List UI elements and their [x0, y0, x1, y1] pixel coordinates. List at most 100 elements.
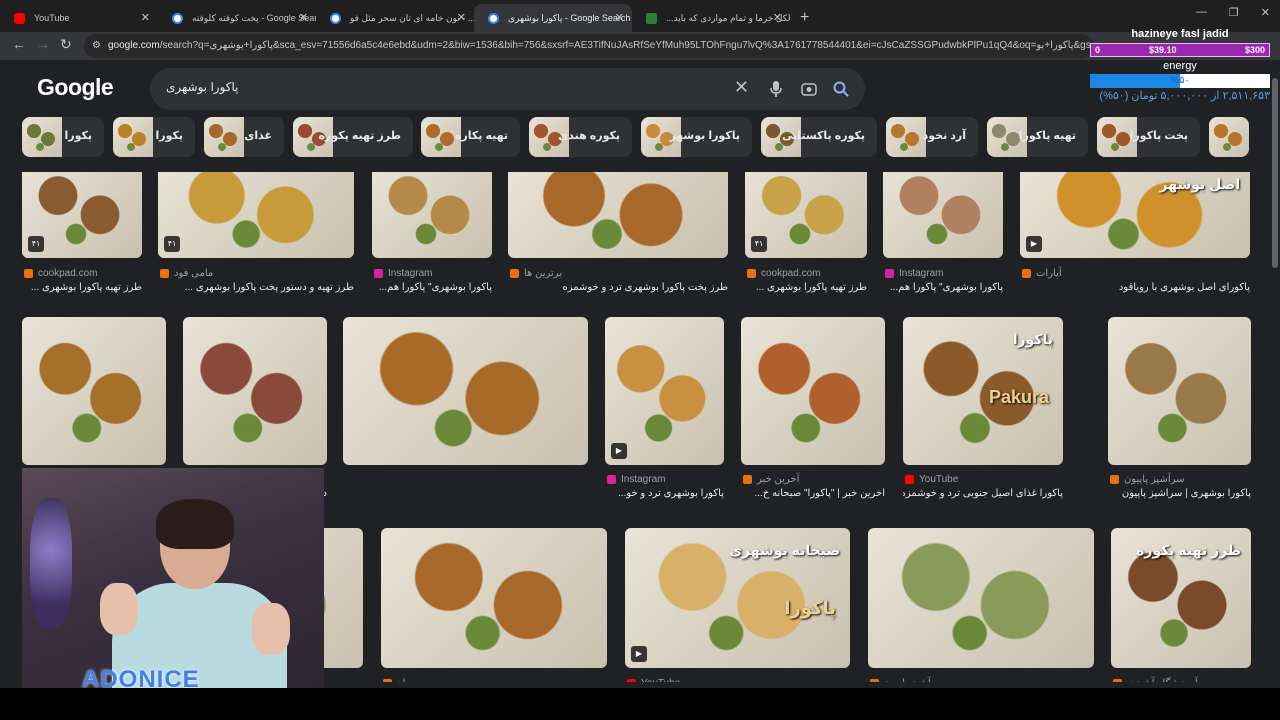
microphone-icon[interactable]: [769, 81, 783, 97]
result-title[interactable]: پاکورا غذای اصیل جنوبی ترد و خوشمزه ...: [903, 488, 1063, 499]
related-search-chip[interactable]: تهیه پاکورا: [987, 117, 1088, 157]
related-search-chip[interactable]: [1209, 117, 1249, 157]
address-bar[interactable]: ⚙ google.com/search?q=پاکورا+بوشهری&sca_…: [84, 34, 1094, 58]
result-thumbnail[interactable]: [343, 317, 588, 465]
image-result[interactable]: ▶ صبحانه بوشهری پاکورا YouTube: [625, 528, 850, 682]
related-search-chip[interactable]: پاکورا بوشهر: [641, 117, 752, 157]
related-search-chip[interactable]: آرد نخود: [886, 117, 978, 157]
result-thumbnail[interactable]: ۴۱: [158, 172, 354, 258]
forward-icon[interactable]: →: [36, 36, 50, 52]
result-source[interactable]: YouTube: [627, 678, 680, 682]
close-icon[interactable]: ✕: [299, 4, 308, 32]
result-source[interactable]: آخرین خبر: [743, 474, 799, 485]
close-window-icon[interactable]: ✕: [1261, 6, 1270, 19]
result-source[interactable]: سرآشپز پاپیون: [870, 678, 945, 682]
result-source[interactable]: برترین ها: [510, 268, 562, 279]
result-title[interactable]: طرز تهیه و دستور پخت پاکورا بوشهری ...: [158, 282, 354, 293]
result-thumbnail[interactable]: [381, 528, 607, 668]
result-thumbnail[interactable]: [372, 172, 492, 258]
result-source[interactable]: آپارات: [1022, 268, 1062, 279]
image-result[interactable]: Instagram پاکورا بوشهری" پاکورا هم...: [883, 172, 1003, 300]
tab-article[interactable]: ...الکل خرما و تمام مواردی که باید ✕: [632, 4, 790, 32]
image-result[interactable]: Instagram پاکورا بوشهری" پاکورا هم...: [372, 172, 492, 300]
new-tab-button[interactable]: +: [800, 4, 809, 32]
image-result[interactable]: برترین ها طرز پخت پاکورا بوشهری ترد و خوش…: [508, 172, 728, 300]
search-icon[interactable]: [833, 81, 849, 97]
related-search-chip[interactable]: طرز تهیه پکوره: [293, 117, 413, 157]
close-icon[interactable]: ✕: [457, 4, 466, 32]
camera-search-icon[interactable]: [801, 81, 817, 97]
result-thumbnail[interactable]: ۴۱: [745, 172, 867, 258]
google-logo[interactable]: Google: [37, 74, 114, 101]
result-thumbnail[interactable]: [1108, 317, 1251, 465]
result-source[interactable]: بلد: [383, 678, 408, 682]
close-icon[interactable]: ✕: [773, 4, 782, 32]
image-result[interactable]: ▶ Instagram پاکورا بوشهری ترد و خو...: [605, 317, 724, 506]
image-result[interactable]: بلد: [381, 528, 607, 682]
result-thumbnail[interactable]: ▶: [605, 317, 724, 465]
result-source[interactable]: Instagram: [374, 268, 432, 279]
maximize-icon[interactable]: ❐: [1229, 6, 1239, 19]
result-title[interactable]: پاکورا بوشهری" پاکورا هم...: [372, 282, 492, 293]
result-title[interactable]: پاکورا بوشهری ترد و خو...: [605, 488, 724, 499]
related-search-chip[interactable]: پکوره هندي: [529, 117, 632, 157]
result-source[interactable]: آموزشگاه آشپزی: [1113, 678, 1198, 682]
related-search-chip[interactable]: غذای: [204, 117, 284, 157]
related-search-chip[interactable]: پکورا: [113, 117, 195, 157]
close-icon[interactable]: ✕: [615, 4, 624, 32]
related-search-chip[interactable]: پکورا: [22, 117, 104, 157]
result-source[interactable]: مامی فود: [160, 268, 213, 279]
result-thumbnail[interactable]: ▶ صبحانه بوشهری پاکورا: [625, 528, 850, 668]
related-search-chip[interactable]: پخت پاکورا: [1097, 117, 1200, 157]
result-title[interactable]: پاکورا بوشهری" پاکورا هم...: [883, 282, 1003, 293]
image-result[interactable]: طرز تهیه پکوره آموزشگاه آشپزی: [1111, 528, 1251, 682]
minimize-icon[interactable]: —: [1196, 6, 1207, 19]
result-thumbnail[interactable]: طرز تهیه پکوره: [1111, 528, 1251, 668]
back-icon[interactable]: ←: [12, 36, 26, 52]
image-result[interactable]: سرآشپز پاپیون پاکورا بوشهری | سرآشپز پاپی…: [1108, 317, 1251, 506]
result-title[interactable]: طرز تهیه پاکورا بوشهری ...: [745, 282, 867, 293]
tab-google-search-pakora[interactable]: پاکورا بوشهری - Google Search ✕: [474, 4, 632, 32]
site-info-icon[interactable]: ⚙: [92, 34, 101, 58]
page-scrollbar[interactable]: [1270, 60, 1280, 690]
source-name: آخرین خبر: [757, 474, 800, 485]
search-box[interactable]: ✕ پاکورا بوشهری: [150, 68, 865, 110]
tab-google-search-noon[interactable]: نون خامه ای تان سحر مثل فو - ...ch✕: [316, 4, 474, 32]
result-thumbnail[interactable]: ۴۱: [22, 172, 142, 258]
result-thumbnail[interactable]: [868, 528, 1094, 668]
result-title[interactable]: پاکورا بوشهری | سرآشپز پاپیون: [1108, 488, 1251, 499]
image-result[interactable]: ۴۱ مامی فود طرز تهیه و دستور پخت پاکورا بو…: [158, 172, 354, 300]
result-title[interactable]: طرز تهیه پاکورا بوشهری ...: [22, 282, 142, 293]
result-thumbnail[interactable]: پاکورا Pakura: [903, 317, 1063, 465]
result-thumbnail[interactable]: ▶ اصل بوشهر: [1020, 172, 1250, 258]
image-result[interactable]: [343, 317, 588, 506]
tab-youtube[interactable]: YouTube ✕: [0, 4, 158, 32]
result-thumbnail[interactable]: [741, 317, 885, 465]
tab-google-search-kofte[interactable]: پخت کوفته کلوفته - Google Search✕: [158, 4, 316, 32]
image-result[interactable]: ▶ اصل بوشهر آپارات پاکورای اصل بوشهری با رو…: [1020, 172, 1250, 300]
result-title[interactable]: آخرین خبر | "پاکورا" صبحانه خ...: [741, 488, 886, 499]
result-source[interactable]: Instagram: [885, 268, 943, 279]
result-thumbnail[interactable]: [883, 172, 1003, 258]
result-source[interactable]: YouTube: [905, 474, 958, 485]
result-source[interactable]: cookpad.com: [24, 268, 97, 279]
result-thumbnail[interactable]: [508, 172, 728, 258]
result-thumbnail[interactable]: [183, 317, 327, 465]
result-source[interactable]: Instagram: [607, 474, 665, 485]
result-thumbnail[interactable]: [22, 317, 166, 465]
related-search-chip[interactable]: پکوره پاکستانی: [761, 117, 877, 157]
result-source[interactable]: سرآشپز پاپیون: [1110, 474, 1185, 485]
image-result[interactable]: ۴۱ cookpad.com طرز تهیه پاکورا بوشهری ...: [22, 172, 142, 300]
result-title[interactable]: پاکورای اصل بوشهری با رویاقود: [1020, 282, 1250, 293]
reload-icon[interactable]: ↻: [60, 36, 72, 53]
image-result[interactable]: ۴۱ cookpad.com طرز تهیه پاکورا بوشهری ...: [745, 172, 867, 300]
result-title[interactable]: طرز پخت پاکورا بوشهری ترد و خوشمزه: [508, 282, 728, 293]
image-result[interactable]: سرآشپز پاپیون: [868, 528, 1094, 682]
image-result[interactable]: پاکورا Pakura YouTube پاکورا غذای اصیل جنوب…: [903, 317, 1063, 506]
scrollbar-thumb[interactable]: [1272, 78, 1278, 268]
image-result[interactable]: آخرین خبر آخرین خبر | "پاکورا" صبحانه خ..…: [741, 317, 885, 506]
close-icon[interactable]: ✕: [141, 4, 150, 32]
result-source[interactable]: cookpad.com: [747, 268, 820, 279]
clear-icon[interactable]: ✕: [734, 77, 749, 98]
related-search-chip[interactable]: تهیه پکاره: [421, 117, 520, 157]
